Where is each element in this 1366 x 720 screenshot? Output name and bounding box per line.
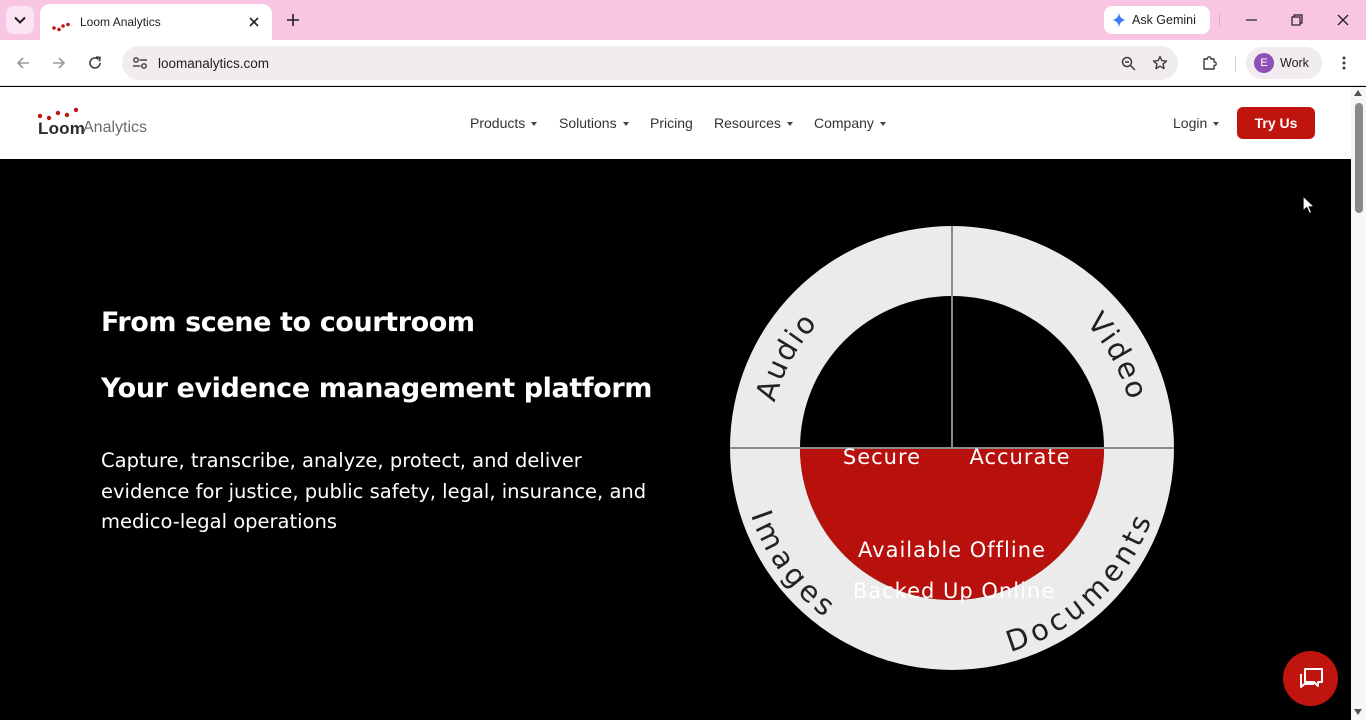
back-button[interactable] (9, 49, 37, 77)
nav-label: Company (814, 115, 874, 131)
nav-resources[interactable]: Resources (714, 115, 793, 131)
close-window-button[interactable] (1323, 6, 1363, 34)
plus-icon (287, 14, 299, 26)
zoom-icon[interactable] (1114, 49, 1142, 77)
chevron-down-icon (14, 16, 26, 24)
scroll-down-icon[interactable] (1354, 709, 1362, 715)
avatar: E (1254, 53, 1274, 73)
address-bar[interactable]: loomanalytics.com (122, 46, 1178, 80)
browser-toolbar: loomanalytics.com E Work (0, 40, 1366, 86)
loom-favicon-icon (52, 17, 70, 32)
nav-label: Solutions (559, 115, 617, 131)
tab-strip: Loom Analytics Ask Gemini (0, 0, 1366, 40)
hero-subtitle: Your evidence management platform (101, 373, 652, 404)
caret-down-icon (531, 122, 538, 126)
tab-search-button[interactable] (6, 6, 34, 34)
site-logo[interactable]: Loom Analytics (36, 107, 156, 139)
logo-text-primary: Loom (38, 119, 86, 138)
restore-button[interactable] (1277, 6, 1317, 34)
mouse-cursor-icon (1302, 195, 1315, 215)
caret-down-icon (879, 122, 886, 126)
gemini-sparkle-icon (1112, 13, 1126, 27)
tab-title: Loom Analytics (80, 15, 161, 29)
login-dropdown[interactable]: Login (1173, 115, 1220, 131)
reload-icon (89, 56, 101, 69)
close-tab-icon[interactable] (246, 14, 262, 30)
star-icon[interactable] (1146, 49, 1174, 77)
active-tab[interactable]: Loom Analytics (40, 4, 272, 40)
site-info-icon[interactable] (130, 53, 150, 73)
wheel-offline-label: Available Offline (858, 538, 1046, 562)
caret-down-icon (786, 122, 793, 126)
logo-text-secondary: Analytics (83, 119, 148, 136)
extensions-button[interactable] (1196, 49, 1224, 77)
page-scrollbar[interactable] (1351, 87, 1366, 720)
reload-button[interactable] (81, 49, 109, 77)
wheel-inner-accurate: Accurate (969, 445, 1070, 469)
chat-widget-button[interactable] (1283, 651, 1338, 706)
nav-pricing[interactable]: Pricing (650, 115, 693, 131)
site-header: Loom Analytics Products Solutions Pricin… (0, 87, 1351, 159)
minimize-icon (1245, 19, 1257, 21)
restore-icon (1291, 14, 1303, 26)
evidence-wheel-graphic: Audio Video Images Documents Secure Accu… (730, 226, 1174, 670)
chat-bubble-icon (1299, 667, 1323, 688)
scroll-thumb[interactable] (1355, 103, 1363, 213)
hero-title: From scene to courtroom (101, 307, 475, 338)
wheel-online-label: Backed Up Online (853, 579, 1055, 603)
minimize-button[interactable] (1231, 6, 1271, 34)
nav-label: Pricing (650, 115, 693, 131)
arrow-right-icon (53, 57, 66, 69)
nav-label: Resources (714, 115, 781, 131)
profile-label: Work (1280, 56, 1309, 70)
forward-button[interactable] (45, 49, 73, 77)
ask-gemini-button[interactable]: Ask Gemini (1104, 6, 1210, 34)
new-tab-button[interactable] (282, 8, 304, 32)
nav-solutions[interactable]: Solutions (559, 115, 629, 131)
hero-section: From scene to courtroom Your evidence ma… (0, 159, 1351, 720)
arrow-left-icon (16, 57, 29, 69)
gemini-label: Ask Gemini (1132, 13, 1196, 27)
try-us-button[interactable]: Try Us (1237, 107, 1315, 139)
wheel-inner-secure: Secure (843, 445, 921, 469)
caret-down-icon (622, 122, 629, 126)
puzzle-icon (1203, 56, 1217, 70)
caret-down-icon (1213, 122, 1220, 126)
browser-menu-button[interactable] (1330, 49, 1358, 77)
hero-description: Capture, transcribe, analyze, protect, a… (101, 449, 647, 533)
scroll-up-icon[interactable] (1354, 90, 1362, 96)
divider (1235, 56, 1236, 72)
url-text[interactable]: loomanalytics.com (158, 56, 1114, 71)
nav-products[interactable]: Products (470, 115, 538, 131)
nav-company[interactable]: Company (814, 115, 886, 131)
more-vert-icon (1342, 56, 1346, 70)
login-label: Login (1173, 115, 1208, 131)
close-icon (1337, 14, 1349, 26)
profile-button[interactable]: E Work (1246, 47, 1322, 79)
divider (1219, 13, 1220, 27)
nav-label: Products (470, 115, 526, 131)
